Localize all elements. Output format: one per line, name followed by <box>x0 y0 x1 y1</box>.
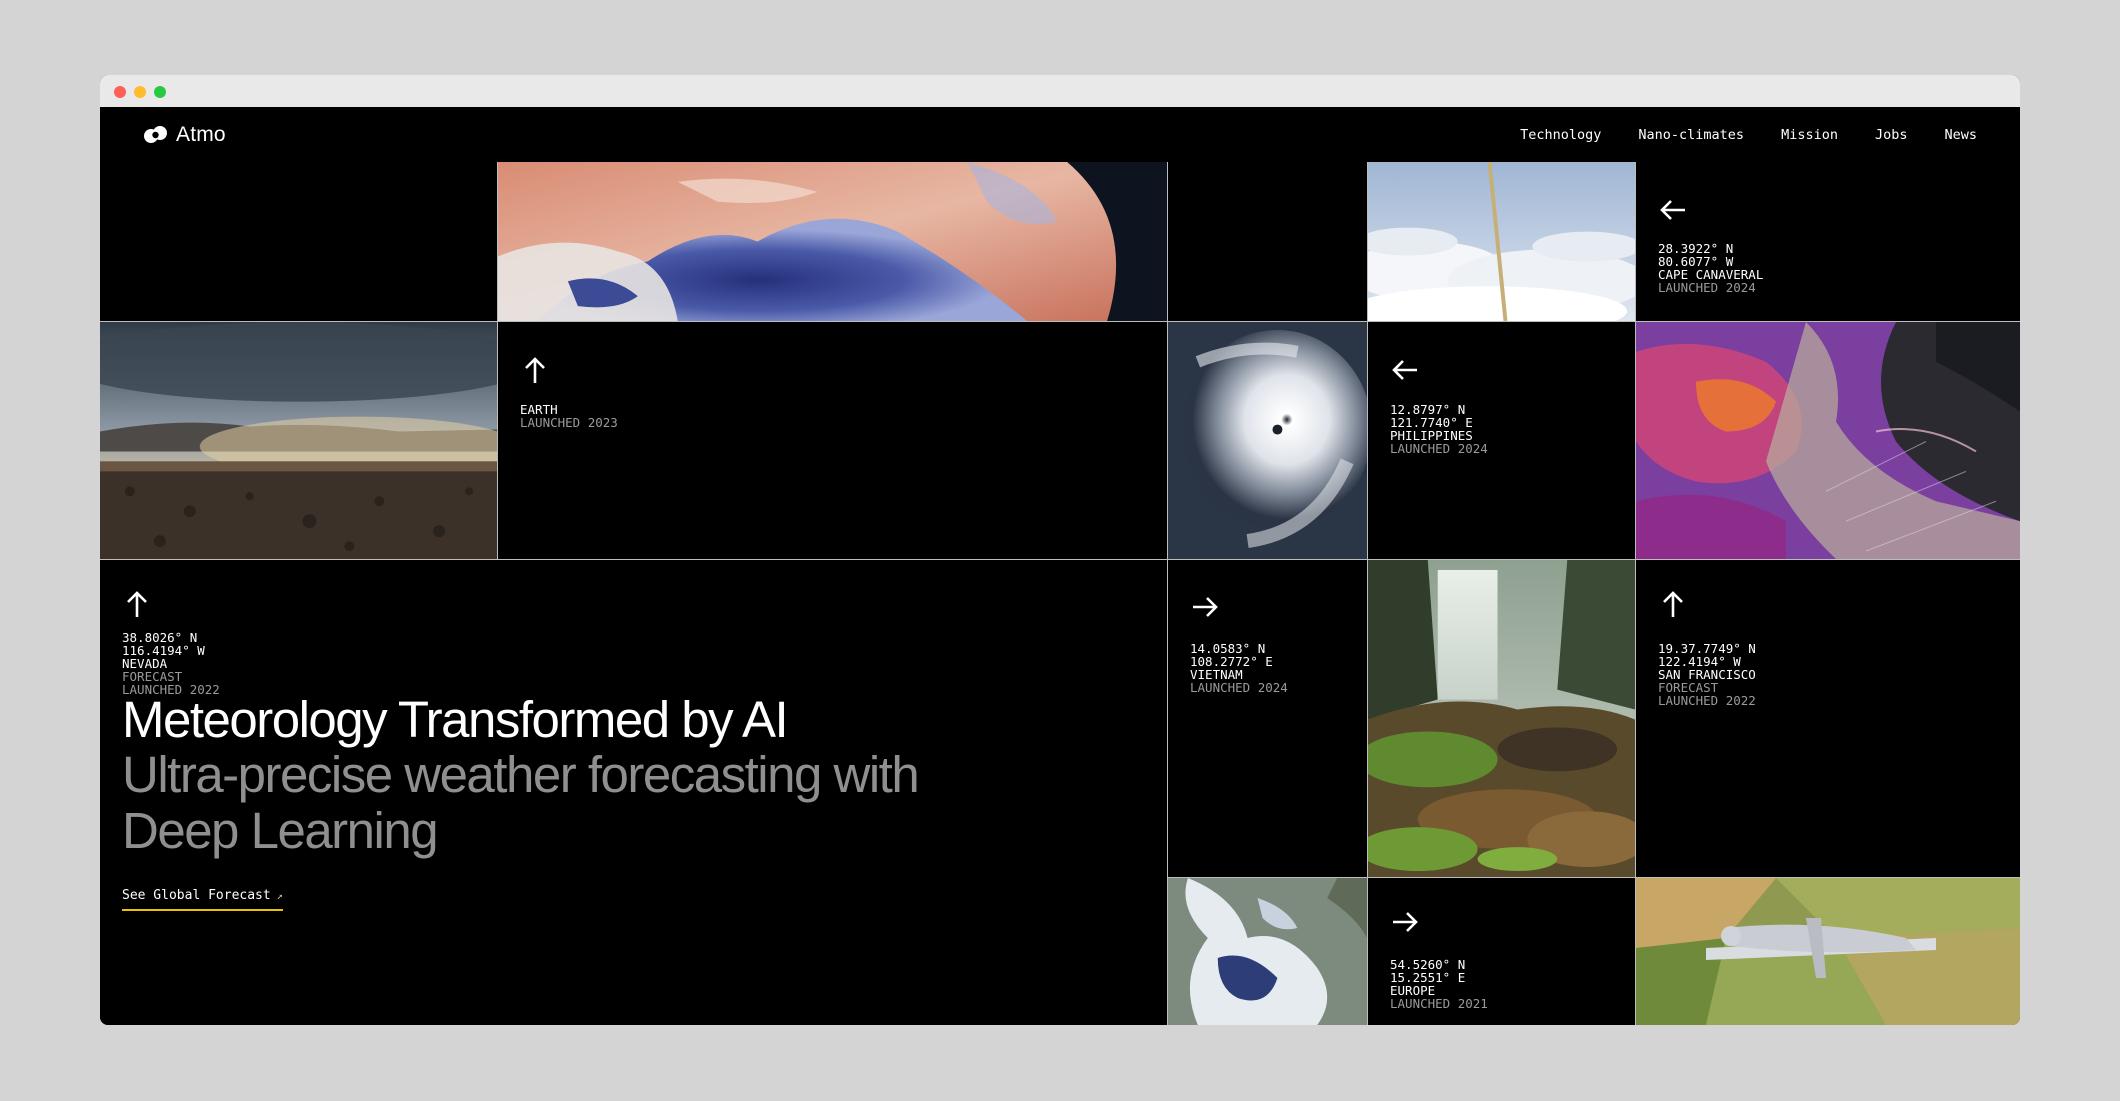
brand-logo[interactable]: Atmo <box>143 122 226 148</box>
bay-area-heatmap-graphic <box>1636 322 2020 559</box>
satellite-ice-graphic <box>1168 878 1367 1025</box>
brand-name: Atmo <box>176 123 226 146</box>
nav-item-jobs[interactable]: Jobs <box>1875 127 1908 143</box>
rocket-clouds-graphic <box>1368 162 1635 321</box>
empty-tile <box>100 162 498 322</box>
window-titlebar <box>100 75 2020 107</box>
launch-status: LAUNCHED 2024 <box>1190 680 1288 695</box>
earth-map-image[interactable] <box>498 162 1168 322</box>
maximize-window-button[interactable] <box>154 86 166 98</box>
launch-status: LAUNCHED 2023 <box>520 415 618 430</box>
tile-meta: 54.5260° N 15.2551° E EUROPE LAUNCHED 20… <box>1390 958 1488 1010</box>
arrow-up-right-icon: ↗ <box>276 891 283 902</box>
nav-item-nano-climates[interactable]: Nano-climates <box>1638 127 1744 143</box>
arrow-left-icon <box>1660 200 1685 220</box>
empty-tile <box>1168 162 1368 322</box>
tile-meta: EARTH LAUNCHED 2023 <box>520 403 618 429</box>
tile-grid: 28.3922° N 80.6077° W CAPE CANAVERAL LAU… <box>100 162 2020 1025</box>
launch-status: LAUNCHED 2024 <box>1390 441 1488 456</box>
close-window-button[interactable] <box>114 86 126 98</box>
arrow-up-icon <box>525 357 545 383</box>
launch-status: LAUNCHED 2022 <box>1658 693 1756 708</box>
hurricane-image[interactable] <box>1168 322 1368 560</box>
launch-status: LAUNCHED 2021 <box>1390 996 1488 1011</box>
earth-map-graphic <box>498 162 1167 321</box>
tile-meta: 14.0583° N 108.2772° E VIETNAM LAUNCHED … <box>1190 642 1288 694</box>
nav-item-news[interactable]: News <box>1944 127 1977 143</box>
desert-storm-image[interactable] <box>100 322 498 560</box>
hurricane-graphic <box>1168 322 1367 559</box>
desert-storm-graphic <box>100 322 497 559</box>
waterfall-image[interactable] <box>1368 560 1636 878</box>
rocket-clouds-image[interactable] <box>1368 162 1636 322</box>
minimize-window-button[interactable] <box>134 86 146 98</box>
cta-label: See Global Forecast <box>122 888 271 903</box>
drone-fields-graphic <box>1636 878 2020 1025</box>
launch-status: LAUNCHED 2024 <box>1658 280 1756 295</box>
drone-fields-image[interactable] <box>1636 878 2020 1025</box>
tile-meta: 28.3922° N 80.6077° W CAPE CANAVERAL LAU… <box>1658 242 1763 294</box>
tile-san-francisco[interactable]: 19.37.7749° N 122.4194° W SAN FRANCISCO … <box>1636 560 2020 878</box>
arrow-right-icon <box>1393 912 1418 932</box>
arrow-up-icon <box>1663 591 1683 617</box>
tile-earth[interactable]: EARTH LAUNCHED 2023 <box>498 322 1168 560</box>
tile-meta: 12.8797° N 121.7740° E PHILIPPINES LAUNC… <box>1390 403 1488 455</box>
arrow-up-icon <box>127 591 147 617</box>
satellite-ice-image[interactable] <box>1168 878 1368 1025</box>
waterfall-graphic <box>1368 560 1635 877</box>
tile-philippines[interactable]: 12.8797° N 121.7740° E PHILIPPINES LAUNC… <box>1368 322 1636 560</box>
tile-vietnam[interactable]: 14.0583° N 108.2772° E VIETNAM LAUNCHED … <box>1168 560 1368 878</box>
arrow-right-icon <box>1193 597 1218 617</box>
see-global-forecast-link[interactable]: See Global Forecast ↗ <box>122 888 283 911</box>
top-nav: Atmo Technology Nano-climates Mission Jo… <box>100 107 2020 162</box>
tile-meta-nevada: 38.8026° N 116.4194° W NEVADA FORECAST L… <box>122 631 220 696</box>
tile-cape-canaveral[interactable]: 28.3922° N 80.6077° W CAPE CANAVERAL LAU… <box>1636 162 2020 322</box>
bay-area-heatmap-image[interactable] <box>1636 322 2020 560</box>
tile-europe[interactable]: 54.5260° N 15.2551° E EUROPE LAUNCHED 20… <box>1368 878 1636 1025</box>
logo-icon <box>144 126 167 143</box>
browser-window: Atmo Technology Nano-climates Mission Jo… <box>100 75 2020 1025</box>
arrow-left-icon <box>1392 360 1417 380</box>
nav-item-technology[interactable]: Technology <box>1520 127 1601 143</box>
hero-subtitle: Ultra-precise weather forecasting with D… <box>122 746 920 859</box>
hero-title: Meteorology Transformed by AI <box>122 691 789 748</box>
nav-menu: Technology Nano-climates Mission Jobs Ne… <box>1483 107 1977 162</box>
nav-item-mission[interactable]: Mission <box>1781 127 1838 143</box>
tile-meta: 19.37.7749° N 122.4194° W SAN FRANCISCO … <box>1658 642 1756 707</box>
